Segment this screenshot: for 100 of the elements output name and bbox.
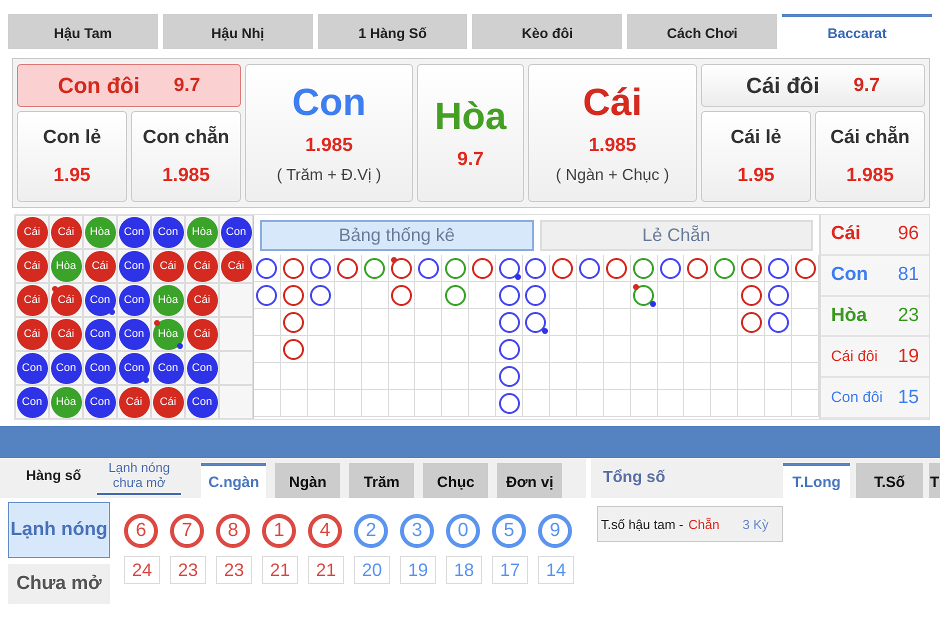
grid-cell: [576, 363, 604, 390]
grid-cell: [362, 363, 389, 390]
grid-cell: [576, 336, 604, 363]
period-count: 3 Kỳ: [742, 516, 768, 532]
bet-card[interactable]: Con lẻ 1.95: [17, 111, 127, 202]
bet-card[interactable]: Cái chẵn 1.985: [815, 111, 925, 202]
result-bead: Hòa: [186, 216, 218, 248]
tab[interactable]: Hậu Tam: [8, 14, 158, 49]
grid-cell: [362, 390, 389, 417]
grid-cell: [630, 363, 658, 390]
tab[interactable]: Hàng số: [22, 467, 86, 489]
result-bead: Cái: [152, 386, 184, 418]
number-ball: 3: [400, 514, 434, 548]
grid-cell: [738, 390, 766, 417]
count-cell: 19: [400, 556, 436, 584]
result-bead: Cái: [16, 250, 48, 282]
tab[interactable]: 1 Hàng Số: [318, 14, 468, 49]
grid-cell: [415, 363, 442, 390]
number-ball: 7: [170, 514, 204, 548]
tab[interactable]: Trăm: [349, 463, 414, 498]
number-ball: 9: [538, 514, 572, 548]
bet-card[interactable]: Hòa 9.7: [417, 64, 524, 202]
grid-cell: [550, 390, 577, 417]
result-bead: Cái: [50, 284, 82, 316]
tab[interactable]: T: [929, 463, 940, 498]
total-label: T.số hậu tam -: [601, 516, 684, 532]
grid-cell: [415, 390, 442, 417]
result-bead: Con: [118, 352, 150, 384]
grid-cell: [550, 336, 577, 363]
result-bead: Cái: [50, 318, 82, 350]
pair-dot: [177, 343, 183, 349]
result-bead: Cái: [16, 216, 48, 248]
grid-cell: [280, 390, 308, 417]
grid-cell: [254, 390, 281, 417]
stat-label: Cái: [831, 223, 861, 246]
grid-cell: [711, 390, 738, 417]
side-button[interactable]: Lạnh nóng: [8, 502, 110, 558]
grid-cell: [442, 336, 470, 363]
stat-value: 81: [898, 264, 919, 286]
result-bead: Con: [16, 352, 48, 384]
grid-cell: [630, 390, 658, 417]
grid-cell: [334, 309, 362, 336]
count-cell: 21: [308, 556, 344, 584]
grid-cell: [442, 363, 470, 390]
tab[interactable]: T.Long: [783, 463, 850, 498]
stat-value: 23: [898, 304, 919, 327]
result-bead: Hòa: [84, 216, 116, 248]
result-bead: Con: [186, 352, 218, 384]
number-ball: 4: [308, 514, 342, 548]
result-bead: Cái: [186, 250, 218, 282]
bet-card[interactable]: Cái 1.985 ( Ngàn + Chục ): [528, 64, 697, 202]
grid-cell: [684, 336, 712, 363]
pair-dot: [650, 301, 656, 307]
number-ball: 5: [492, 514, 526, 548]
stat-label: Cái đôi: [831, 348, 878, 366]
tab[interactable]: Chục: [423, 463, 488, 498]
tab[interactable]: Lạnh nóng chưa mở: [97, 460, 182, 496]
result-bead: Con: [220, 216, 252, 248]
result-bead: Cái: [118, 386, 150, 418]
pair-bet-button[interactable]: Con đôi 9.7: [17, 64, 241, 107]
total-value: Chẵn: [688, 516, 720, 532]
grid-cell: [738, 363, 766, 390]
grid-cell: [765, 363, 792, 390]
number-ball: 8: [216, 514, 250, 548]
grid-cell: [362, 336, 389, 363]
side-button[interactable]: Chưa mở: [8, 564, 110, 604]
grid-cell: [334, 336, 362, 363]
result-bead: Con: [16, 386, 48, 418]
tab[interactable]: T.Số: [856, 463, 923, 498]
tab[interactable]: C.ngàn: [201, 463, 266, 498]
stat-label: Con: [831, 264, 868, 286]
grid-cell: [684, 363, 712, 390]
result-bead: Con: [186, 386, 218, 418]
result-bead: Con: [84, 386, 116, 418]
tab[interactable]: Đơn vị: [497, 463, 562, 498]
grid-cell: [604, 309, 631, 336]
bet-card[interactable]: Cái lẻ 1.95: [701, 111, 811, 202]
result-bead: Cái: [16, 284, 48, 316]
bet-card[interactable]: Con chẵn 1.985: [131, 111, 241, 202]
tab[interactable]: Kèo đôi: [472, 14, 622, 49]
result-bead: Cái: [152, 250, 184, 282]
tab[interactable]: Ngàn: [275, 463, 340, 498]
number-ball: 0: [446, 514, 480, 548]
tab[interactable]: Lẻ Chẵn: [540, 220, 813, 251]
result-bead: Con: [118, 318, 150, 350]
count-cell: 14: [538, 556, 574, 584]
pair-bet-button[interactable]: Cái đôi 9.7: [701, 64, 925, 107]
pair-dot: [154, 320, 160, 326]
result-bead: Cái: [186, 284, 218, 316]
tab[interactable]: Cách Chơi: [627, 14, 778, 49]
stat-value: 15: [898, 386, 919, 409]
result-bead: Cái: [84, 250, 116, 282]
tab[interactable]: Hậu Nhị: [162, 14, 313, 49]
grid-cell: [765, 390, 792, 417]
stat-label: Con đôi: [831, 389, 883, 406]
bet-card[interactable]: Con 1.985 ( Trăm + Đ.Vị ): [245, 64, 413, 202]
result-bead: Con: [152, 352, 184, 384]
pair-dot: [515, 274, 522, 280]
count-cell: 18: [446, 556, 482, 584]
count-cell: 21: [262, 556, 298, 584]
